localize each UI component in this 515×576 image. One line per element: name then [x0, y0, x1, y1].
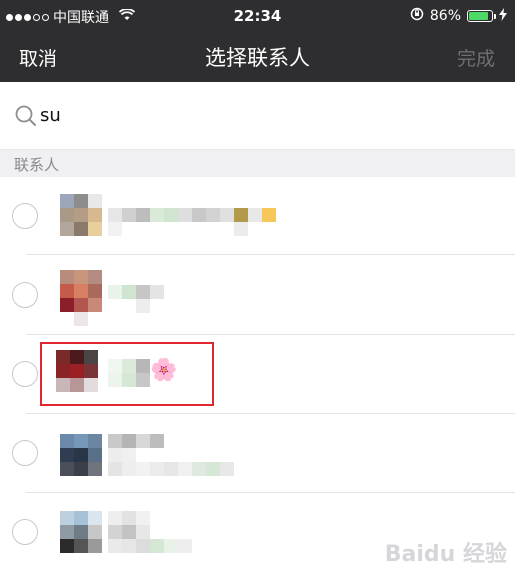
charging-bolt-icon — [499, 7, 507, 25]
watermark-logo: Baidu 经验 — [384, 542, 507, 567]
row-divider — [26, 254, 515, 255]
search-icon — [14, 104, 38, 128]
highlight-box — [40, 342, 214, 406]
battery-percent: 86% — [429, 8, 461, 24]
contact-row[interactable] — [0, 177, 515, 255]
select-radio[interactable] — [12, 440, 38, 466]
section-header: 联系人 — [0, 150, 515, 177]
search-input[interactable]: su — [40, 105, 61, 126]
status-right: 86% — [410, 7, 507, 25]
rotation-lock-icon — [410, 7, 424, 25]
page-title: 选择联系人 — [205, 46, 310, 70]
select-radio[interactable] — [12, 519, 38, 545]
contact-row[interactable] — [0, 256, 515, 335]
battery-icon — [467, 10, 496, 22]
search-bar[interactable]: su — [0, 82, 515, 150]
contact-row[interactable] — [0, 414, 515, 493]
battery-fill — [469, 12, 488, 20]
nav-bar: 取消 选择联系人 完成 — [0, 32, 515, 82]
section-header-label: 联系人 — [14, 156, 60, 174]
done-button[interactable]: 完成 — [457, 44, 495, 71]
select-radio[interactable] — [12, 361, 38, 387]
status-bar: 中国联通 22:34 86% — [0, 0, 515, 32]
select-radio[interactable] — [12, 203, 38, 229]
select-radio[interactable] — [12, 282, 38, 308]
